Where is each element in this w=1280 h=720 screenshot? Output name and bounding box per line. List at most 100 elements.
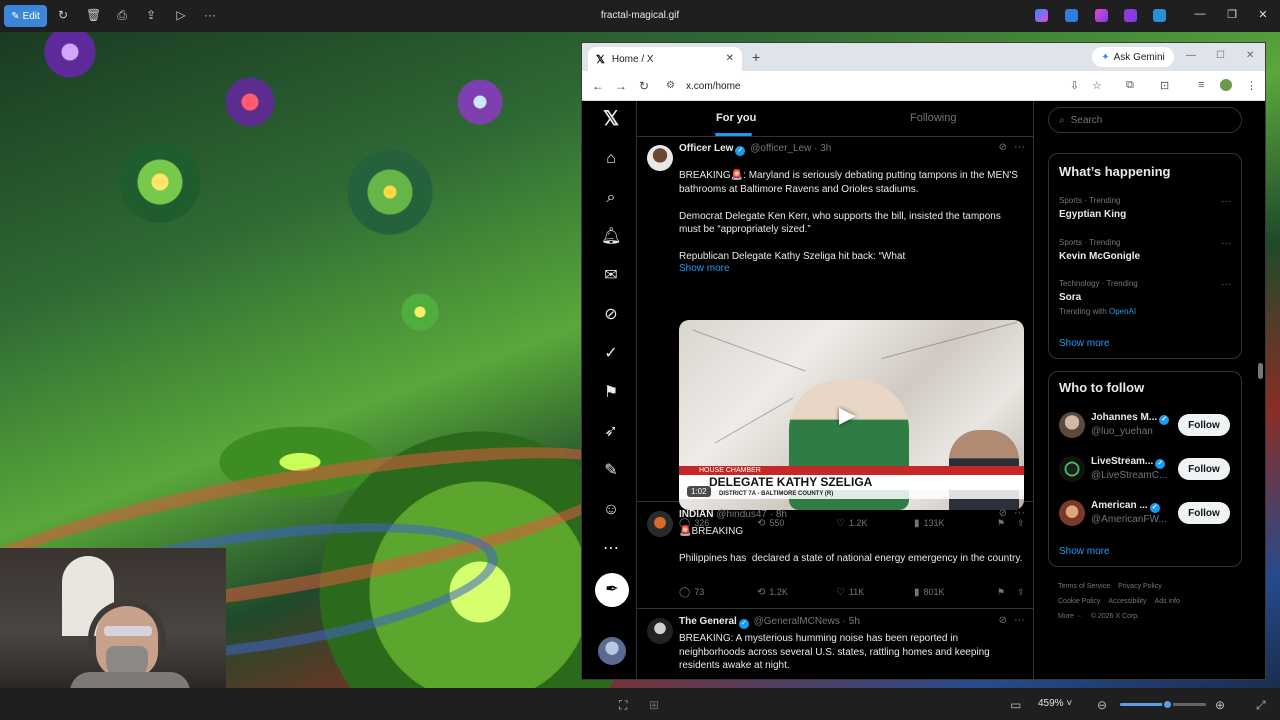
follow-suggestion-handle[interactable]: @AmericanFW... — [1091, 514, 1167, 525]
avatar[interactable] — [1059, 412, 1085, 438]
footer-link[interactable]: Accessibility — [1108, 598, 1146, 605]
articles-icon[interactable]: ✎ — [601, 461, 621, 481]
home-icon[interactable]: ⌂ — [601, 149, 621, 169]
more-options-icon[interactable]: ··· — [1221, 279, 1231, 290]
bookmarks-icon[interactable]: ⚑ — [601, 383, 621, 403]
trend-name[interactable]: Sora — [1059, 292, 1081, 303]
url-input[interactable]: ⚙ x.com/home — [660, 75, 1080, 97]
actual-size-icon[interactable]: ⊞ — [649, 698, 659, 712]
more-options-icon[interactable]: ··· — [1014, 507, 1025, 519]
zoom-slider[interactable] — [1120, 699, 1206, 710]
designer-icon[interactable] — [1065, 9, 1078, 22]
author-name[interactable]: The General — [679, 616, 737, 627]
x-logo-icon[interactable]: 𝕏 — [601, 109, 621, 129]
new-tab-icon[interactable]: + — [752, 49, 760, 65]
footer-link[interactable]: More ··· — [1058, 613, 1083, 620]
tweet[interactable]: The General ✓ @GeneralMCNews · 5h ⊘ ··· B… — [637, 610, 1033, 679]
follow-button[interactable]: Follow — [1178, 458, 1230, 480]
compose-post-button[interactable]: ✒ — [595, 573, 629, 607]
view-size-icon[interactable]: ▭ — [1010, 698, 1021, 712]
avatar[interactable] — [647, 618, 673, 644]
edit-button[interactable]: ✎ Edit — [4, 5, 47, 27]
explore-search-icon[interactable]: ⌕ — [601, 188, 621, 208]
follow-suggestion-name[interactable]: American ... ✓ — [1091, 500, 1162, 513]
reload-icon[interactable]: ↻ — [639, 79, 649, 93]
follow-button[interactable]: Follow — [1178, 414, 1230, 436]
author-handle[interactable]: @hindus47 — [716, 509, 767, 520]
menu-icon[interactable]: ⋮ — [1246, 79, 1257, 92]
bookmark-icon[interactable]: ⚑ — [997, 587, 1005, 598]
grok-icon[interactable]: ⊘ — [999, 508, 1007, 519]
delete-icon[interactable]: 🗑 — [86, 8, 101, 22]
trend-name[interactable]: Egyptian King — [1059, 209, 1126, 220]
tweet-time[interactable]: · 5h — [843, 616, 860, 627]
search-input[interactable]: ⌕ Search — [1048, 107, 1242, 133]
maximize-icon[interactable]: ☐ — [1216, 50, 1225, 61]
follow-button[interactable]: Follow — [1178, 502, 1230, 524]
show-more-link[interactable]: Show more — [1059, 338, 1110, 349]
tab-close-icon[interactable]: ✕ — [726, 53, 734, 64]
share-icon[interactable]: ⇪ — [1017, 587, 1025, 598]
zoom-in-icon[interactable]: ⊕ — [1215, 698, 1225, 712]
account-avatar[interactable] — [598, 637, 626, 665]
maximize-icon[interactable]: ❐ — [1225, 8, 1239, 21]
grok-icon[interactable]: ⊘ — [999, 615, 1007, 626]
screenshot-icon[interactable]: ⊡ — [1160, 79, 1169, 92]
forward-icon[interactable]: → — [615, 79, 627, 93]
tweet-video[interactable]: ▶ HOUSE CHAMBER DELEGATE KATHY SZELIGA D… — [679, 320, 1024, 510]
more-options-icon[interactable]: ··· — [1014, 614, 1025, 626]
copilot-icon[interactable] — [1035, 9, 1048, 22]
grok-icon[interactable]: ⊘ — [601, 305, 621, 325]
show-more-link[interactable]: Show more — [679, 263, 730, 274]
avatar[interactable] — [1059, 500, 1085, 526]
more-options-icon[interactable]: ··· — [1221, 196, 1231, 207]
media-icon[interactable]: ≡ — [1198, 79, 1204, 91]
app-icon[interactable] — [1124, 9, 1137, 22]
bookmark-star-icon[interactable]: ☆ — [1092, 79, 1102, 92]
tweet-time[interactable]: · 8h — [770, 509, 787, 520]
follow-suggestion-name[interactable]: Johannes M... ✓ — [1091, 412, 1171, 425]
footer-link[interactable]: Privacy Policy — [1118, 583, 1162, 590]
trend-name[interactable]: Kevin McGonigle — [1059, 251, 1140, 262]
more-options-icon[interactable]: ··· — [1221, 238, 1231, 249]
author-handle[interactable]: @GeneralMCNews — [754, 616, 840, 627]
grok-icon[interactable]: ⊘ — [999, 142, 1007, 153]
avatar[interactable] — [647, 511, 673, 537]
fit-to-window-icon[interactable]: ⛶ — [619, 698, 627, 713]
site-info-icon[interactable]: ⚙ — [666, 80, 675, 91]
author-name[interactable]: INDIAN — [679, 509, 713, 520]
profile-icon[interactable]: ☺ — [601, 500, 621, 520]
tweet[interactable]: Officer Lew ✓ @officer_Lew · 3h ⊘ ··· BRE… — [637, 137, 1033, 529]
views-button[interactable]: ▮ 801K — [914, 587, 945, 598]
ask-gemini-button[interactable]: ✦ Ask Gemini — [1092, 47, 1174, 67]
slideshow-icon[interactable]: ▷ — [174, 8, 188, 22]
clipchamp-icon[interactable] — [1095, 9, 1108, 22]
rotate-icon[interactable]: ↻ — [56, 8, 70, 22]
more-options-icon[interactable]: ··· — [1014, 141, 1025, 153]
print-icon[interactable]: ⎙ — [115, 8, 129, 22]
zoom-slider-knob[interactable] — [1162, 699, 1174, 710]
close-icon[interactable]: ✕ — [1246, 50, 1254, 61]
footer-link[interactable]: Cookie Policy — [1058, 598, 1100, 605]
rocket-icon[interactable]: ➶ — [601, 422, 621, 442]
footer-link[interactable]: Ads info — [1155, 598, 1180, 605]
tab-following[interactable]: Following — [910, 112, 956, 124]
minimize-icon[interactable]: — — [1186, 50, 1196, 61]
follow-suggestion-handle[interactable]: @LiveStreamC... — [1091, 470, 1167, 481]
avatar[interactable] — [1059, 456, 1085, 482]
scrollbar-thumb[interactable] — [1258, 363, 1263, 379]
notifications-bell-icon[interactable]: 🔔︎ — [601, 227, 621, 247]
follow-suggestion-handle[interactable]: @luo_yuehan — [1091, 426, 1153, 437]
footer-link[interactable]: Terms of Service — [1058, 583, 1110, 590]
avatar[interactable] — [647, 145, 673, 171]
messages-icon[interactable]: ✉ — [601, 266, 621, 286]
cloud-icon[interactable] — [1153, 9, 1166, 22]
minimize-icon[interactable]: — — [1193, 8, 1207, 20]
share-icon[interactable]: ⇪ — [144, 8, 158, 22]
fullscreen-icon[interactable]: ⤢ — [1256, 698, 1266, 713]
close-icon[interactable]: ✕ — [1256, 8, 1270, 21]
author-handle[interactable]: @officer_Lew — [750, 143, 811, 154]
zoom-out-icon[interactable]: ⊖ — [1097, 698, 1107, 712]
zoom-level[interactable]: 459% ˅ — [1038, 698, 1072, 709]
tweet[interactable]: INDIAN @hindus47 · 8h ⊘ ··· 🚨BREAKING Ph… — [637, 503, 1033, 609]
